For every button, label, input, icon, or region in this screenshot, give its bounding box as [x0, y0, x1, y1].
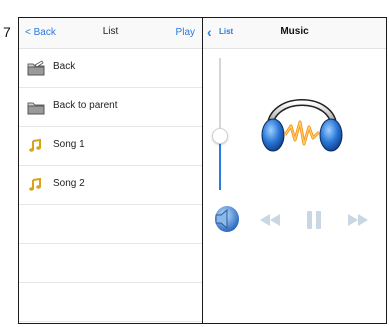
music-note-icon [29, 177, 41, 191]
play-button[interactable]: Play [176, 27, 195, 38]
pause-icon[interactable] [306, 210, 322, 230]
list-item-label: Song 2 [53, 178, 85, 189]
list-item-back-to-parent[interactable]: Back to parent [19, 88, 202, 127]
rewind-icon[interactable] [259, 213, 281, 227]
music-note-icon [29, 138, 41, 152]
fast-forward-icon[interactable] [347, 213, 369, 227]
music-navbar: ‹ List Music [203, 18, 386, 49]
speaker-icon[interactable] [210, 205, 240, 233]
volume-slider-thumb[interactable] [212, 127, 228, 144]
list-item-song-2[interactable]: Song 2 [19, 166, 202, 205]
list-item-label: Back to parent [53, 100, 118, 111]
page-title: List [102, 26, 119, 37]
folder-icon [27, 102, 45, 115]
list-item-label: Back [53, 61, 76, 72]
empty-row [19, 205, 202, 244]
list-item-song-1[interactable]: Song 1 [19, 127, 202, 166]
list-item-back[interactable]: Back [19, 49, 202, 88]
empty-row [19, 244, 202, 283]
list-navbar: < Back List Play [19, 18, 202, 49]
empty-row [19, 283, 202, 322]
list-screen: < Back List Play Back Back to parent Son… [18, 17, 202, 324]
music-screen: ‹ List Music [202, 17, 387, 324]
page-title: Music [280, 26, 309, 37]
step-number: 7 [3, 24, 11, 40]
list-item-label: Song 1 [53, 139, 85, 150]
headphones-icon [261, 99, 343, 152]
folder-icon [27, 60, 45, 76]
